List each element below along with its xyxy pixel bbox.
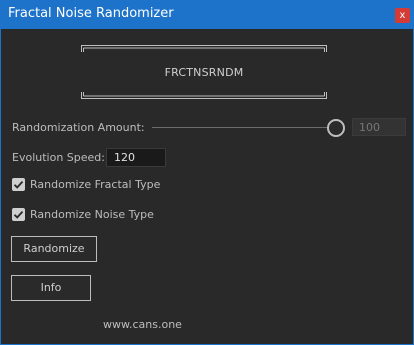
randomize-button[interactable]: Randomize	[11, 236, 97, 262]
footer-url[interactable]: www.cans.one	[103, 318, 414, 331]
evolution-speed-input[interactable]: 120	[106, 148, 166, 167]
info-button[interactable]: Info	[11, 275, 91, 301]
logo-text: FRCTNSRNDM	[164, 66, 244, 79]
randomization-amount-field[interactable]: 100	[352, 118, 406, 136]
randomize-fractal-checkbox[interactable]	[12, 178, 25, 191]
window-title: Fractal Noise Randomizer	[8, 6, 174, 21]
checkmark-icon	[13, 180, 24, 189]
randomize-noise-checkbox[interactable]	[12, 208, 25, 221]
logo: FRCTNSRNDM	[80, 44, 328, 100]
evolution-speed-label: Evolution Speed:	[12, 151, 105, 164]
randomization-slider-thumb[interactable]	[327, 119, 345, 137]
checkmark-icon	[13, 210, 24, 219]
randomize-fractal-label: Randomize Fractal Type	[30, 178, 161, 191]
randomization-amount-label: Randomization Amount:	[12, 121, 145, 134]
randomize-noise-label: Randomize Noise Type	[30, 208, 154, 221]
plugin-window: Fractal Noise Randomizer x FRCTNSRNDM Ra…	[0, 0, 414, 345]
close-button[interactable]: x	[395, 8, 410, 23]
title-bar[interactable]: Fractal Noise Randomizer x	[0, 0, 414, 29]
randomization-slider-track[interactable]	[152, 127, 328, 128]
